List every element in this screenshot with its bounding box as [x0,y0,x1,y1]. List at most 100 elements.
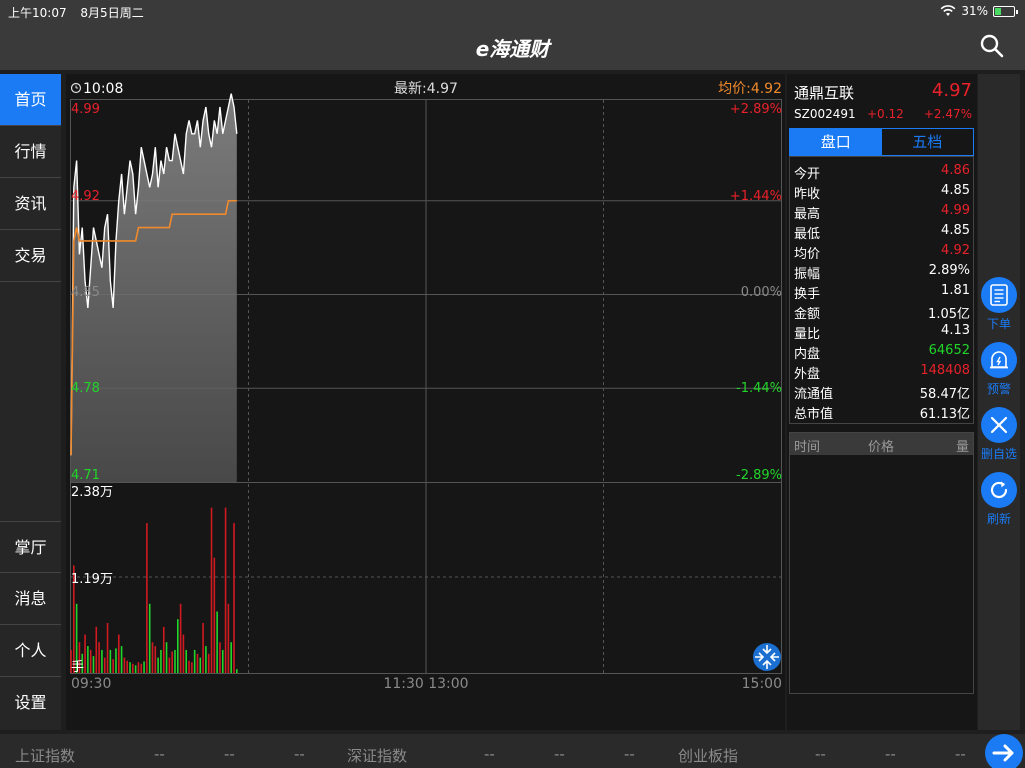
index-value: -- [484,745,495,763]
sidebar-item-hall[interactable]: 掌厅 [0,521,61,573]
quote-row-value: 64652 [928,343,970,358]
index-value: -- [815,745,826,763]
nav-bar: e海通财 [0,22,1025,70]
quote-row-label: 最高 [794,207,821,222]
action-bar: 下单 预警 删自选 刷新 [978,74,1020,730]
sidebar-item-messages[interactable]: 消息 [0,573,61,625]
quote-row: 换手 1.81 [794,281,970,302]
index-value: -- [224,745,235,763]
status-date: 8月5日周二 [80,6,144,20]
tick-list-header: 时间 价格 量 [790,433,973,455]
index-name: 深证指数 [347,747,408,765]
quote-row: 金额 1.05亿 [794,301,970,322]
time-tick-close: 15:00 [742,676,782,692]
search-button[interactable] [979,33,1005,59]
sidebar-item-home[interactable]: 首页 [0,74,61,126]
tick-col-time: 时间 [794,440,821,455]
alert-button[interactable]: 预警 [981,342,1017,397]
tab-five-levels[interactable]: 五档 [882,129,974,155]
index-value: -- [554,745,565,763]
refresh-icon [990,481,1008,499]
sidebar-item-personal[interactable]: 个人 [0,625,61,677]
quote-row-value: 4.99 [941,203,970,218]
order-icon [990,284,1008,306]
price-tick: 4.85 [71,285,100,300]
sidebar-item-trade[interactable]: 交易 [0,230,61,282]
index-name: 创业板指 [678,747,739,765]
quote-row-label: 均价 [794,247,821,262]
index-value: -- [955,745,966,763]
volume-tick: 1.19万 [71,572,113,587]
price-tick: 4.92 [71,189,100,204]
pct-tick: 0.00% [741,285,782,300]
quote-tabs: 盘口 五档 [789,128,974,156]
chart-avg: 均价:4.92 [718,81,782,97]
volume-tick: 2.38万 [71,485,113,500]
quote-row: 昨收 4.85 [794,181,970,202]
index-more-button[interactable] [985,734,1023,768]
alert-button-label: 预警 [986,382,1011,396]
quote-row-value: 4.13 [941,323,970,338]
quote-row: 最高 4.99 [794,201,970,222]
quote-row-value: 1.05亿 [928,307,970,322]
wifi-icon [940,5,956,16]
quote-row-value: 4.86 [941,163,970,178]
pct-tick: +1.44% [730,189,782,204]
search-icon [980,34,1004,58]
quote-row-value: 4.85 [941,183,970,198]
volume-unit: 手 [71,660,84,675]
chart-time: 10:08 [83,81,123,97]
time-tick-noon: 11:30 13:00 [383,676,468,692]
stock-change: +0.12 [867,107,904,121]
quote-row: 均价 4.92 [794,241,970,262]
quote-row-value: 61.13亿 [919,407,970,422]
sidebar: 首页 行情 资讯 交易 掌厅 消息 个人 设置 [0,74,61,730]
order-button[interactable]: 下单 [981,277,1017,332]
refresh-button[interactable]: 刷新 [981,472,1017,527]
quote-row-value: 58.47亿 [919,387,970,402]
battery-icon [993,5,1018,17]
index-ticker-bar[interactable]: 上证指数 -- -- -- 深证指数 -- -- -- 创业板指 -- -- -… [0,734,1025,768]
close-icon [990,416,1008,434]
chart-latest: 最新:4.97 [394,81,458,97]
arrow-right-icon [992,744,1014,762]
volume-bars [70,507,238,673]
sidebar-item-news[interactable]: 资讯 [0,178,61,230]
pct-tick: +2.89% [730,102,782,117]
quote-row-label: 换手 [794,287,821,302]
quote-row: 今开 4.86 [794,161,970,182]
stock-price: 4.97 [931,80,972,101]
stock-code: SZ002491 [794,107,856,121]
quote-panel: 通鼎互联 4.97 SZ002491 +0.12 +2.47% 盘口 五档 今开… [787,74,977,730]
pct-tick: -1.44% [736,381,782,396]
chart-canvas[interactable]: 10:08 最新:4.97 均价:4.92 +2.89% +1.44% 0.00… [66,74,785,730]
price-tick: 4.71 [71,468,100,483]
tick-list[interactable]: 时间 价格 量 [789,432,974,694]
battery-percent: 31% [961,4,988,18]
tab-order-book[interactable]: 盘口 [790,129,882,155]
remove-watchlist-button[interactable]: 删自选 [981,407,1017,462]
quote-row-label: 昨收 [794,187,821,202]
stock-name: 通鼎互联 [794,84,855,102]
quote-row-value: 148408 [920,363,970,378]
quote-row-label: 最低 [794,227,821,242]
order-button-label: 下单 [986,317,1011,331]
sidebar-item-settings[interactable]: 设置 [0,677,61,729]
quote-details: 今开 4.86 昨收 4.85 最高 4.99 最低 4.85 均价 4.92 振幅 2.89% 换手 1… [789,156,974,424]
price-tick: 4.78 [71,381,100,396]
fullscreen-button[interactable] [753,643,781,671]
index-value: -- [624,745,635,763]
index-value: -- [885,745,896,763]
time-axis: 09:30 11:30 13:00 15:00 [71,676,782,692]
quote-row-label: 振幅 [794,267,821,282]
tick-col-price: 价格 [868,440,895,455]
quote-row-label: 金额 [794,307,821,322]
pct-axis: +2.89% +1.44% 0.00% -1.44% -2.89% [730,102,782,483]
sidebar-item-market[interactable]: 行情 [0,126,61,178]
quote-row-value: 1.81 [941,283,970,298]
pct-tick: -2.89% [736,468,782,483]
quote-row-value: 4.85 [941,223,970,238]
intraday-chart[interactable]: 10:08 最新:4.97 均价:4.92 +2.89% +1.44% 0.00… [66,74,785,730]
quote-row: 流通值 58.47亿 [794,381,970,402]
remove-watchlist-label: 删自选 [980,447,1017,461]
